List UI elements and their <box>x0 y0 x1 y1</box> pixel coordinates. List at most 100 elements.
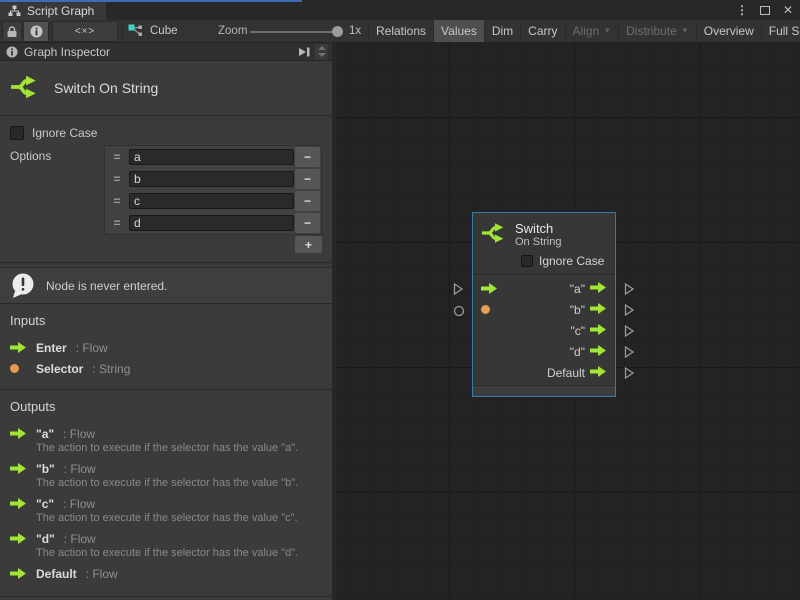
port-type: : Flow <box>64 462 96 476</box>
external-flow-connector[interactable] <box>623 303 635 320</box>
drag-handle-icon[interactable]: = <box>105 172 129 186</box>
toolbar-button-full-screen[interactable]: Full Screen <box>761 20 800 42</box>
ignore-case-row: Ignore Case <box>10 123 322 143</box>
scroll-down-icon[interactable] <box>318 53 326 57</box>
flow-arrow-icon <box>10 463 27 474</box>
scroll-up-icon[interactable] <box>318 46 326 50</box>
zoom-slider-handle[interactable] <box>332 26 343 37</box>
script-graph-asset-icon <box>128 24 144 38</box>
drag-handle-icon[interactable]: = <box>105 150 129 164</box>
toolbar-button-distribute[interactable]: Distribute▼ <box>618 20 696 42</box>
input-row: Enter : Flow <box>10 337 322 358</box>
option-value-input[interactable] <box>129 215 294 231</box>
maximize-icon[interactable] <box>760 6 770 15</box>
option-value-input[interactable] <box>129 193 294 209</box>
port-name: "a" <box>36 427 54 441</box>
external-value-connector[interactable] <box>453 305 465 320</box>
inputs-section: Inputs Enter : FlowSelector : String <box>0 304 332 389</box>
toolbar-button-dim[interactable]: Dim <box>484 20 520 42</box>
ignore-case-label: Ignore Case <box>32 126 97 140</box>
connector-triangle-icon[interactable] <box>623 345 635 359</box>
port-type: : Flow <box>64 532 96 546</box>
drag-handle-icon[interactable]: = <box>105 194 129 208</box>
port-input-icon[interactable] <box>481 283 503 294</box>
connector-triangle-icon[interactable] <box>623 303 635 317</box>
external-flow-connector[interactable] <box>452 282 464 299</box>
port-input-icon[interactable] <box>481 305 503 314</box>
port-label: "a" <box>570 282 585 296</box>
dropdown-caret-icon: ▼ <box>603 20 611 42</box>
connector-triangle-icon[interactable] <box>452 282 464 296</box>
dropdown-caret-icon: ▼ <box>681 20 689 42</box>
toolbar-button-label: Align <box>573 20 600 42</box>
port-output-icon[interactable] <box>590 303 607 317</box>
unit-title: Switch On String <box>54 80 158 96</box>
ignore-case-checkbox[interactable] <box>521 255 533 267</box>
connector-triangle-icon[interactable] <box>623 324 635 338</box>
remove-option-button[interactable]: − <box>295 191 320 211</box>
inspect-button[interactable] <box>23 21 49 42</box>
flow-arrow-icon <box>10 498 27 509</box>
option-value-input[interactable] <box>129 149 294 165</box>
tab-script-graph[interactable]: Script Graph <box>0 2 106 20</box>
external-flow-connector[interactable] <box>623 366 635 383</box>
window-menu-icon[interactable]: ⋮ <box>736 2 748 18</box>
port-label: "b" <box>570 303 585 317</box>
unit-settings-form: Ignore Case Options =−=−=−=− + <box>0 116 332 262</box>
graph-canvas[interactable]: Switch On String Ignore Case "a""b""c""d… <box>336 43 800 600</box>
lock-button[interactable] <box>2 21 22 42</box>
connector-triangle-icon[interactable] <box>623 282 635 296</box>
string-dot-icon <box>10 364 19 373</box>
switch-on-string-icon <box>481 220 507 249</box>
node-port-row: "d" <box>473 341 615 362</box>
ignore-case-checkbox[interactable] <box>10 126 24 140</box>
port-output-icon[interactable] <box>590 282 607 296</box>
node-subtitle: On String <box>515 236 561 249</box>
port-output-icon[interactable] <box>590 324 607 338</box>
graph-toolbar: <×> Cube Zoom 1x RelationsValuesDimCarry… <box>0 20 800 43</box>
toolbar-button-label: Distribute <box>626 20 677 42</box>
external-flow-connector[interactable] <box>623 282 635 299</box>
remove-option-button[interactable]: − <box>295 169 320 189</box>
connector-circle-icon[interactable] <box>453 305 465 317</box>
remove-option-button[interactable]: − <box>295 147 320 167</box>
port-output-icon[interactable] <box>590 366 607 380</box>
switch-on-string-icon <box>10 72 40 105</box>
toolbar-button-overview[interactable]: Overview <box>696 20 761 42</box>
dock-panel-icon[interactable] <box>297 46 311 58</box>
zoom-label: Zoom <box>218 25 247 37</box>
flow-arrow-icon <box>10 568 27 579</box>
graph-name: Cube <box>150 25 178 37</box>
graph-breadcrumb[interactable]: Cube <box>128 20 178 42</box>
toolbar-button-label: Full Screen <box>769 20 800 42</box>
port-type: : Flow <box>76 341 108 355</box>
input-row: Selector : String <box>10 358 322 379</box>
inspector-scrollbar[interactable] <box>315 44 328 60</box>
port-description: The action to execute if the selector ha… <box>36 547 322 560</box>
port-output-icon[interactable] <box>590 345 607 359</box>
remove-option-button[interactable]: − <box>295 213 320 233</box>
external-flow-connector[interactable] <box>623 345 635 362</box>
node-header: Switch On String Ignore Case <box>473 213 615 274</box>
zoom-slider-track[interactable] <box>250 31 336 33</box>
add-option-button[interactable]: + <box>295 236 322 253</box>
option-value-input[interactable] <box>129 171 294 187</box>
output-row: "d" : Flow <box>10 528 322 549</box>
flow-arrow-icon <box>590 324 607 335</box>
option-row: =− <box>105 146 321 168</box>
toolbar-button-carry[interactable]: Carry <box>520 20 564 42</box>
graph-inspector-title: Graph Inspector <box>24 45 110 59</box>
switch-on-string-node[interactable]: Switch On String Ignore Case "a""b""c""d… <box>472 212 616 397</box>
window-controls: ⋮ ✕ <box>736 2 794 18</box>
toolbar-button-relations[interactable]: Relations <box>368 20 433 42</box>
option-row: =− <box>105 212 321 234</box>
close-icon[interactable]: ✕ <box>782 2 794 18</box>
toolbar-button-values[interactable]: Values <box>433 20 484 42</box>
connector-triangle-icon[interactable] <box>623 366 635 380</box>
toolbar-button-label: Carry <box>528 20 557 42</box>
toolbar-button-align[interactable]: Align▼ <box>565 20 619 42</box>
drag-handle-icon[interactable]: = <box>105 216 129 230</box>
code-preview-button[interactable]: <×> <box>52 21 118 42</box>
output-row: Default : Flow <box>10 563 322 584</box>
external-flow-connector[interactable] <box>623 324 635 341</box>
